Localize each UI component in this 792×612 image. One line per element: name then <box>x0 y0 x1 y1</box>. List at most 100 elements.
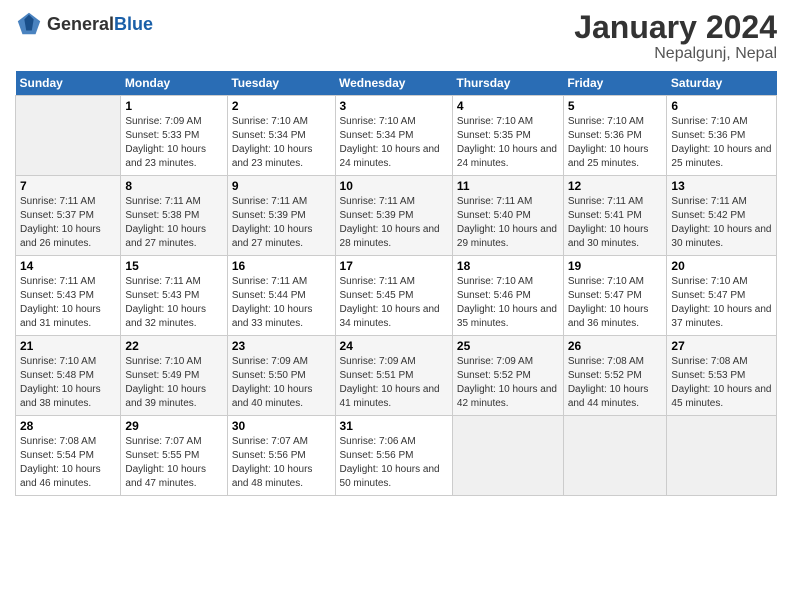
sunset: Sunset: 5:47 PM <box>671 290 745 301</box>
day-number: 11 <box>457 179 559 193</box>
sunset: Sunset: 5:36 PM <box>671 130 745 141</box>
sunset: Sunset: 5:45 PM <box>340 290 414 301</box>
day-info: Sunrise: 7:10 AM Sunset: 5:35 PM Dayligh… <box>457 115 559 171</box>
day-info: Sunrise: 7:09 AM Sunset: 5:50 PM Dayligh… <box>232 355 331 411</box>
day-number: 19 <box>568 259 663 273</box>
sunset: Sunset: 5:52 PM <box>457 370 531 381</box>
day-info: Sunrise: 7:11 AM Sunset: 5:44 PM Dayligh… <box>232 275 331 331</box>
calendar-cell: 21 Sunrise: 7:10 AM Sunset: 5:48 PM Dayl… <box>16 336 121 416</box>
day-number: 24 <box>340 339 448 353</box>
day-info: Sunrise: 7:10 AM Sunset: 5:34 PM Dayligh… <box>232 115 331 171</box>
calendar-cell: 31 Sunrise: 7:06 AM Sunset: 5:56 PM Dayl… <box>335 416 452 496</box>
day-number: 13 <box>671 179 772 193</box>
main-container: GeneralBlue January 2024 Nepalgunj, Nepa… <box>0 0 792 501</box>
calendar-cell: 15 Sunrise: 7:11 AM Sunset: 5:43 PM Dayl… <box>121 256 227 336</box>
daylight: Daylight: 10 hours and 25 minutes. <box>671 144 771 169</box>
sunset: Sunset: 5:53 PM <box>671 370 745 381</box>
logo-text: GeneralBlue <box>47 14 153 35</box>
day-info: Sunrise: 7:11 AM Sunset: 5:42 PM Dayligh… <box>671 195 772 251</box>
day-info: Sunrise: 7:10 AM Sunset: 5:36 PM Dayligh… <box>568 115 663 171</box>
day-info: Sunrise: 7:10 AM Sunset: 5:34 PM Dayligh… <box>340 115 448 171</box>
sunset: Sunset: 5:52 PM <box>568 370 642 381</box>
daylight: Daylight: 10 hours and 47 minutes. <box>125 464 206 489</box>
sunset: Sunset: 5:54 PM <box>20 450 94 461</box>
daylight: Daylight: 10 hours and 30 minutes. <box>568 224 649 249</box>
day-info: Sunrise: 7:07 AM Sunset: 5:55 PM Dayligh… <box>125 435 222 491</box>
daylight: Daylight: 10 hours and 23 minutes. <box>125 144 206 169</box>
daylight: Daylight: 10 hours and 33 minutes. <box>232 304 313 329</box>
sunrise: Sunrise: 7:10 AM <box>568 116 644 127</box>
logo-general: General <box>47 14 114 34</box>
daylight: Daylight: 10 hours and 45 minutes. <box>671 384 771 409</box>
header-monday: Monday <box>121 71 227 96</box>
day-info: Sunrise: 7:10 AM Sunset: 5:36 PM Dayligh… <box>671 115 772 171</box>
calendar-cell: 20 Sunrise: 7:10 AM Sunset: 5:47 PM Dayl… <box>667 256 777 336</box>
sunset: Sunset: 5:43 PM <box>125 290 199 301</box>
sunrise: Sunrise: 7:07 AM <box>232 436 308 447</box>
daylight: Daylight: 10 hours and 44 minutes. <box>568 384 649 409</box>
sunrise: Sunrise: 7:09 AM <box>457 356 533 367</box>
day-number: 21 <box>20 339 116 353</box>
day-number: 30 <box>232 419 331 433</box>
daylight: Daylight: 10 hours and 31 minutes. <box>20 304 101 329</box>
calendar-cell: 27 Sunrise: 7:08 AM Sunset: 5:53 PM Dayl… <box>667 336 777 416</box>
sunset: Sunset: 5:44 PM <box>232 290 306 301</box>
calendar-week-0: 1 Sunrise: 7:09 AM Sunset: 5:33 PM Dayli… <box>16 96 777 176</box>
sunrise: Sunrise: 7:10 AM <box>125 356 201 367</box>
logo: GeneralBlue <box>15 10 153 38</box>
header-wednesday: Wednesday <box>335 71 452 96</box>
sunset: Sunset: 5:48 PM <box>20 370 94 381</box>
daylight: Daylight: 10 hours and 23 minutes. <box>232 144 313 169</box>
day-number: 22 <box>125 339 222 353</box>
calendar-cell: 9 Sunrise: 7:11 AM Sunset: 5:39 PM Dayli… <box>227 176 335 256</box>
sunrise: Sunrise: 7:11 AM <box>457 196 532 207</box>
day-info: Sunrise: 7:11 AM Sunset: 5:43 PM Dayligh… <box>20 275 116 331</box>
sunset: Sunset: 5:49 PM <box>125 370 199 381</box>
calendar-cell <box>667 416 777 496</box>
day-number: 1 <box>125 99 222 113</box>
sunrise: Sunrise: 7:11 AM <box>232 276 307 287</box>
calendar-cell: 12 Sunrise: 7:11 AM Sunset: 5:41 PM Dayl… <box>563 176 667 256</box>
sunset: Sunset: 5:55 PM <box>125 450 199 461</box>
daylight: Daylight: 10 hours and 24 minutes. <box>340 144 440 169</box>
daylight: Daylight: 10 hours and 40 minutes. <box>232 384 313 409</box>
daylight: Daylight: 10 hours and 36 minutes. <box>568 304 649 329</box>
day-number: 3 <box>340 99 448 113</box>
header-thursday: Thursday <box>452 71 563 96</box>
day-info: Sunrise: 7:11 AM Sunset: 5:38 PM Dayligh… <box>125 195 222 251</box>
sunrise: Sunrise: 7:08 AM <box>20 436 96 447</box>
day-number: 25 <box>457 339 559 353</box>
day-number: 17 <box>340 259 448 273</box>
day-number: 4 <box>457 99 559 113</box>
day-info: Sunrise: 7:11 AM Sunset: 5:40 PM Dayligh… <box>457 195 559 251</box>
sunset: Sunset: 5:50 PM <box>232 370 306 381</box>
calendar-cell: 4 Sunrise: 7:10 AM Sunset: 5:35 PM Dayli… <box>452 96 563 176</box>
sunset: Sunset: 5:46 PM <box>457 290 531 301</box>
sunset: Sunset: 5:40 PM <box>457 210 531 221</box>
day-info: Sunrise: 7:10 AM Sunset: 5:48 PM Dayligh… <box>20 355 116 411</box>
sunrise: Sunrise: 7:11 AM <box>20 196 95 207</box>
day-number: 31 <box>340 419 448 433</box>
daylight: Daylight: 10 hours and 37 minutes. <box>671 304 771 329</box>
calendar-cell: 16 Sunrise: 7:11 AM Sunset: 5:44 PM Dayl… <box>227 256 335 336</box>
calendar-cell: 18 Sunrise: 7:10 AM Sunset: 5:46 PM Dayl… <box>452 256 563 336</box>
calendar-week-1: 7 Sunrise: 7:11 AM Sunset: 5:37 PM Dayli… <box>16 176 777 256</box>
page-title: January 2024 <box>574 10 777 45</box>
header-row: Sunday Monday Tuesday Wednesday Thursday… <box>16 71 777 96</box>
day-info: Sunrise: 7:10 AM Sunset: 5:46 PM Dayligh… <box>457 275 559 331</box>
calendar-cell: 11 Sunrise: 7:11 AM Sunset: 5:40 PM Dayl… <box>452 176 563 256</box>
calendar-cell: 1 Sunrise: 7:09 AM Sunset: 5:33 PM Dayli… <box>121 96 227 176</box>
day-info: Sunrise: 7:08 AM Sunset: 5:53 PM Dayligh… <box>671 355 772 411</box>
calendar-cell: 25 Sunrise: 7:09 AM Sunset: 5:52 PM Dayl… <box>452 336 563 416</box>
sunset: Sunset: 5:38 PM <box>125 210 199 221</box>
daylight: Daylight: 10 hours and 32 minutes. <box>125 304 206 329</box>
calendar-cell: 10 Sunrise: 7:11 AM Sunset: 5:39 PM Dayl… <box>335 176 452 256</box>
day-number: 15 <box>125 259 222 273</box>
sunset: Sunset: 5:34 PM <box>340 130 414 141</box>
sunrise: Sunrise: 7:10 AM <box>671 276 747 287</box>
daylight: Daylight: 10 hours and 46 minutes. <box>20 464 101 489</box>
sunset: Sunset: 5:42 PM <box>671 210 745 221</box>
daylight: Daylight: 10 hours and 26 minutes. <box>20 224 101 249</box>
day-number: 20 <box>671 259 772 273</box>
day-info: Sunrise: 7:07 AM Sunset: 5:56 PM Dayligh… <box>232 435 331 491</box>
